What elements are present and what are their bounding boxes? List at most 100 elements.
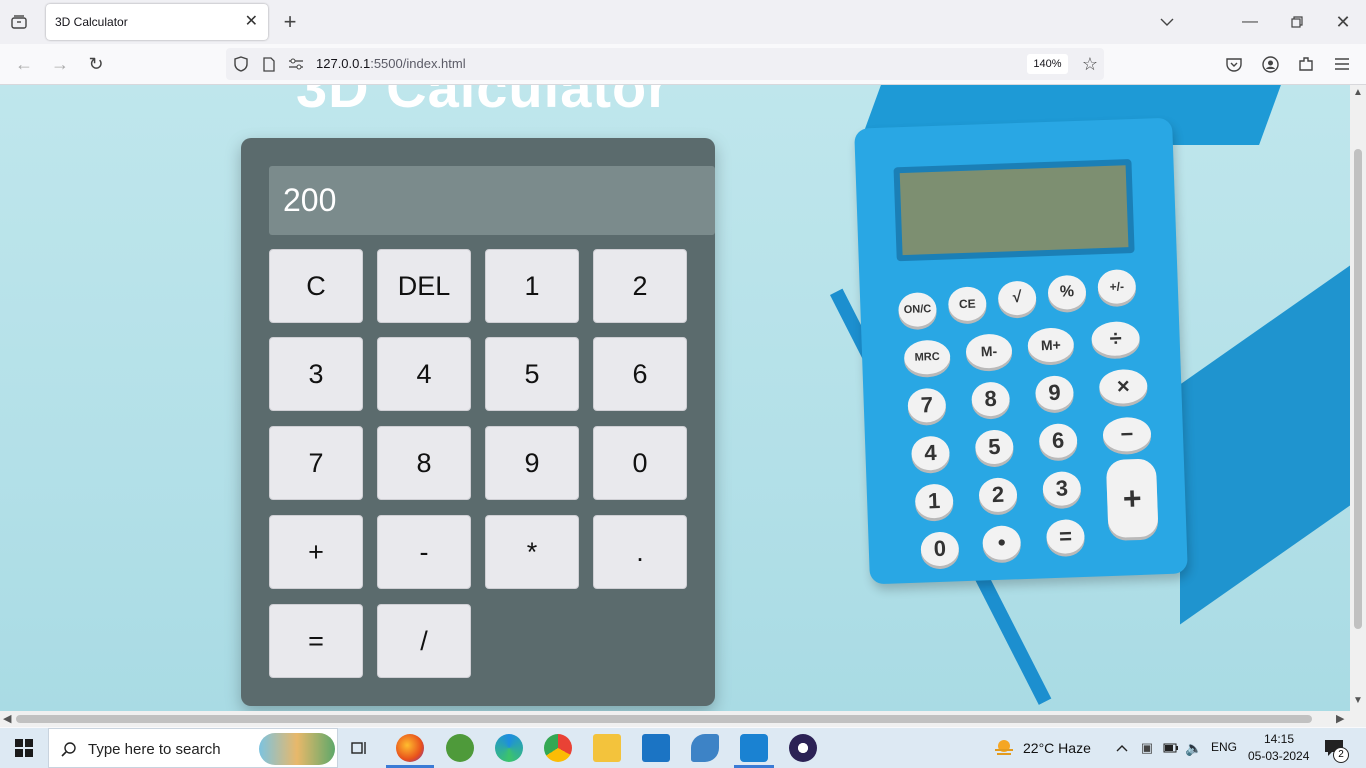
language-indicator[interactable]: ENG <box>1211 740 1237 754</box>
permissions-icon[interactable] <box>287 55 305 73</box>
photo-key: − <box>1102 416 1152 453</box>
notifications-badge: 2 <box>1333 747 1349 763</box>
photo-key: 1 <box>914 483 954 519</box>
key-7[interactable]: 7 <box>269 426 363 500</box>
url-host: 127.0.0.1 <box>316 56 371 71</box>
firefox-icon[interactable] <box>396 734 424 762</box>
close-tab-icon[interactable]: ✕ <box>245 11 258 31</box>
photo-key: CE <box>947 286 987 322</box>
mysql-workbench-icon[interactable] <box>691 734 719 762</box>
horizontal-scrollbar[interactable]: ◀ ▶ <box>0 711 1366 727</box>
scroll-up-icon[interactable]: ▲ <box>1353 87 1363 98</box>
windows-start-icon[interactable] <box>14 738 34 758</box>
search-placeholder: Type here to search <box>88 741 221 758</box>
photo-key: % <box>1047 274 1087 311</box>
photo-key: 7 <box>907 387 947 423</box>
url-text[interactable]: 127.0.0.1:5500/index.html <box>316 56 466 71</box>
calculator-display[interactable]: 200 <box>269 166 715 235</box>
vertical-scrollbar[interactable]: ▲ ▼ <box>1350 85 1366 711</box>
star-icon[interactable]: ☆ <box>1080 54 1100 74</box>
meet-now-icon[interactable]: ▣ <box>1138 738 1156 758</box>
key-2[interactable]: 2 <box>593 249 687 323</box>
photo-key: 6 <box>1038 423 1078 459</box>
photo-key: 2 <box>978 477 1018 513</box>
eclipse-icon[interactable] <box>789 734 817 762</box>
url-path: :5500/index.html <box>370 56 466 71</box>
key-5[interactable]: 5 <box>485 337 579 411</box>
mail-icon[interactable] <box>642 734 670 762</box>
key-0[interactable]: 0 <box>593 426 687 500</box>
taskbar-search[interactable]: Type here to search <box>48 728 338 768</box>
photo-key: = <box>1045 518 1086 555</box>
back-icon[interactable]: ← <box>14 54 34 74</box>
search-icon <box>59 739 79 759</box>
photo-key: M+ <box>1027 327 1075 363</box>
notebook-image-lower <box>1180 265 1350 625</box>
photo-key: +/- <box>1097 268 1137 305</box>
photo-key: 4 <box>910 435 951 471</box>
url-bar[interactable]: 127.0.0.1:5500/index.html 140% ☆ <box>226 48 1104 80</box>
key-minus[interactable]: - <box>377 515 471 589</box>
menu-icon[interactable] <box>1332 54 1352 74</box>
vertical-scroll-thumb[interactable] <box>1354 149 1362 629</box>
key-8[interactable]: 8 <box>377 426 471 500</box>
photo-key: 3 <box>1042 471 1082 507</box>
key-plus[interactable]: + <box>269 515 363 589</box>
key-clear[interactable]: C <box>269 249 363 323</box>
photo-key: √ <box>997 280 1037 316</box>
scroll-down-icon[interactable]: ▼ <box>1353 695 1363 706</box>
edge-icon[interactable] <box>495 734 523 762</box>
photo-key: × <box>1098 368 1148 405</box>
vscode-icon[interactable] <box>740 734 768 762</box>
key-multiply[interactable]: * <box>485 515 579 589</box>
photo-key: MRC <box>903 339 951 376</box>
weather-text[interactable]: 22°C Haze <box>1023 740 1091 756</box>
extensions-icon[interactable] <box>1296 54 1316 74</box>
weather-haze-icon[interactable] <box>992 736 1016 760</box>
chrome-icon[interactable] <box>544 734 572 762</box>
battery-icon[interactable] <box>1162 738 1180 758</box>
forward-icon[interactable]: → <box>50 54 70 74</box>
nav-bar: ← → ↻ 127.0.0.1:5500/index.html 140% ☆ <box>0 44 1366 85</box>
tab-title: 3D Calculator <box>55 15 128 29</box>
page-title: 3D Calculator <box>296 85 670 119</box>
key-3[interactable]: 3 <box>269 337 363 411</box>
scroll-left-icon[interactable]: ◀ <box>3 712 11 725</box>
key-1[interactable]: 1 <box>485 249 579 323</box>
tab-active[interactable]: 3D Calculator ✕ <box>46 4 268 40</box>
task-view-icon[interactable] <box>350 738 370 758</box>
minimize-icon[interactable]: — <box>1240 12 1260 32</box>
scroll-right-icon[interactable]: ▶ <box>1336 712 1344 725</box>
page-icon[interactable] <box>260 55 278 73</box>
key-delete[interactable]: DEL <box>377 249 471 323</box>
photo-key: M- <box>965 333 1013 369</box>
photo-key: 8 <box>971 381 1011 417</box>
key-9[interactable]: 9 <box>485 426 579 500</box>
clock-date[interactable]: 05-03-2024 <box>1248 749 1309 763</box>
horizontal-scroll-thumb[interactable] <box>16 715 1312 723</box>
shield-icon[interactable] <box>232 55 250 73</box>
key-divide[interactable]: / <box>377 604 471 678</box>
clock-time[interactable]: 14:15 <box>1264 732 1294 746</box>
key-equals[interactable]: = <box>269 604 363 678</box>
tab-list-icon[interactable] <box>8 12 30 32</box>
reload-icon[interactable]: ↻ <box>86 54 106 74</box>
key-decimal[interactable]: . <box>593 515 687 589</box>
photo-key: 5 <box>974 429 1014 465</box>
new-tab-icon[interactable]: + <box>280 9 300 34</box>
key-6[interactable]: 6 <box>593 337 687 411</box>
close-window-icon[interactable]: ✕ <box>1333 11 1353 33</box>
account-icon[interactable] <box>1260 54 1280 74</box>
zoom-level[interactable]: 140% <box>1027 54 1068 74</box>
pocket-icon[interactable] <box>1224 54 1244 74</box>
tab-bar: 3D Calculator ✕ + — ✕ <box>0 0 1366 44</box>
restore-icon[interactable] <box>1287 12 1307 32</box>
spring-tools-icon[interactable] <box>446 734 474 762</box>
key-4[interactable]: 4 <box>377 337 471 411</box>
volume-icon[interactable]: 🔈 <box>1185 738 1203 758</box>
calculator-photo: ON/C CE √ % +/- MRC M- M+ ÷ 7 8 9 × 4 5 … <box>854 117 1188 585</box>
chevron-up-icon[interactable] <box>1114 738 1130 758</box>
photo-key: 0 <box>920 531 960 567</box>
file-explorer-icon[interactable] <box>593 734 621 762</box>
chevron-down-icon[interactable] <box>1158 12 1176 32</box>
